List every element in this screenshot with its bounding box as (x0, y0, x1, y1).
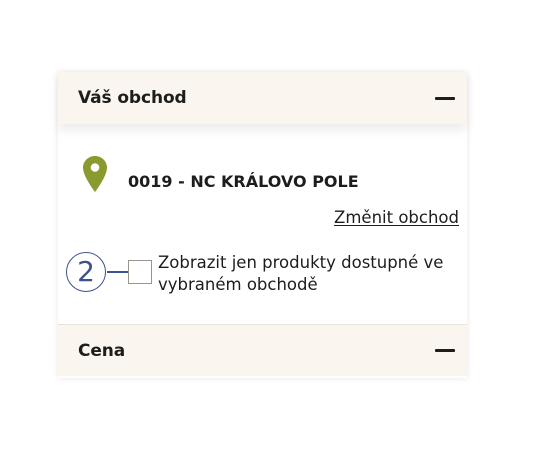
annotation-badge: 2 (66, 252, 106, 292)
map-pin-icon (83, 156, 107, 192)
store-section-title: Váš obchod (78, 88, 187, 108)
store-name: 0019 - NC KRÁLOVO POLE (128, 172, 359, 191)
change-store-link[interactable]: Změnit obchod (334, 208, 459, 227)
available-only-label[interactable]: Zobrazit jen produkty dostupné ve vybran… (158, 252, 463, 296)
annotation-connector (107, 271, 128, 273)
price-section-header[interactable]: Cena (58, 324, 467, 376)
minus-icon[interactable] (435, 96, 455, 100)
available-only-checkbox[interactable] (128, 260, 152, 284)
minus-icon[interactable] (435, 349, 455, 352)
price-section-title: Cena (78, 340, 126, 361)
filter-panel: Váš obchod 0019 - NC KRÁLOVO POLE Změnit… (58, 72, 467, 378)
store-section-header[interactable]: Váš obchod (58, 72, 467, 124)
